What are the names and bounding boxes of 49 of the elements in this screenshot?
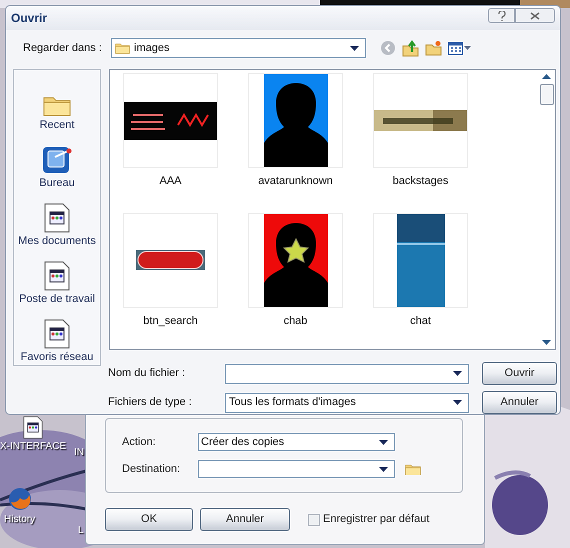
view-grid-icon (448, 42, 463, 55)
scroll-thumb[interactable] (540, 84, 554, 105)
dropdown-arrow-icon (453, 400, 462, 405)
help-icon (498, 10, 506, 20)
checkbox[interactable] (308, 514, 320, 526)
field-label: Action: (122, 434, 157, 450)
scroll-down-icon (542, 340, 551, 345)
document-icon (44, 318, 70, 348)
document-icon (44, 202, 70, 232)
dialog-button[interactable]: Annuler (200, 508, 290, 531)
desktop-icon-label[interactable]: IN (74, 445, 84, 460)
help-button[interactable] (488, 8, 515, 23)
field-label: Regarder dans : (23, 40, 103, 56)
dialog-button[interactable]: Annuler (482, 391, 557, 414)
close-icon (530, 12, 540, 20)
document-icon (44, 260, 70, 290)
dialog-button[interactable]: Ouvrir (482, 362, 557, 385)
desktop-icon (40, 144, 73, 174)
checkbox-label: Enregistrer par défaut (323, 512, 430, 528)
dropdown-arrow-icon (350, 46, 359, 51)
places-item[interactable]: Poste de travail (19, 256, 95, 307)
window-title: Ouvrir (11, 10, 48, 28)
field-label: Fichiers de type : (108, 395, 193, 410)
destination-dropdown[interactable] (198, 460, 395, 478)
scroll-up-icon (542, 74, 551, 79)
back-icon[interactable] (380, 40, 396, 56)
browser-icon (6, 486, 33, 512)
file-type-dropdown[interactable]: Tous les formats d'images (225, 392, 469, 412)
field-label: Destination: (122, 462, 182, 477)
places-item[interactable]: Recent (40, 82, 74, 133)
places-item[interactable]: Mes documents (18, 198, 96, 249)
view-menu-button[interactable] (448, 42, 471, 55)
file-name-field[interactable] (225, 364, 469, 384)
look-in-dropdown[interactable]: images (111, 38, 366, 58)
dropdown-arrow-icon (453, 371, 462, 376)
folder-up-icon[interactable] (402, 40, 419, 57)
new-folder-icon[interactable] (425, 40, 442, 56)
places-item[interactable]: Bureau (39, 140, 75, 191)
close-button[interactable] (515, 8, 555, 23)
folder-icon (115, 42, 130, 54)
dropdown-arrow-icon (379, 466, 388, 472)
dropdown-arrow-icon (379, 440, 388, 444)
dropdown-arrow-icon (464, 46, 471, 50)
action-dropdown[interactable]: Créer des copies (198, 433, 395, 451)
desktop-icon-label[interactable]: X-INTERFACE (0, 439, 66, 454)
places-item[interactable]: Favoris réseau (20, 314, 94, 365)
field-label: Nom du fichier : (108, 366, 186, 382)
browse-folder-icon (405, 462, 421, 476)
dialog-button[interactable]: OK (105, 508, 193, 531)
